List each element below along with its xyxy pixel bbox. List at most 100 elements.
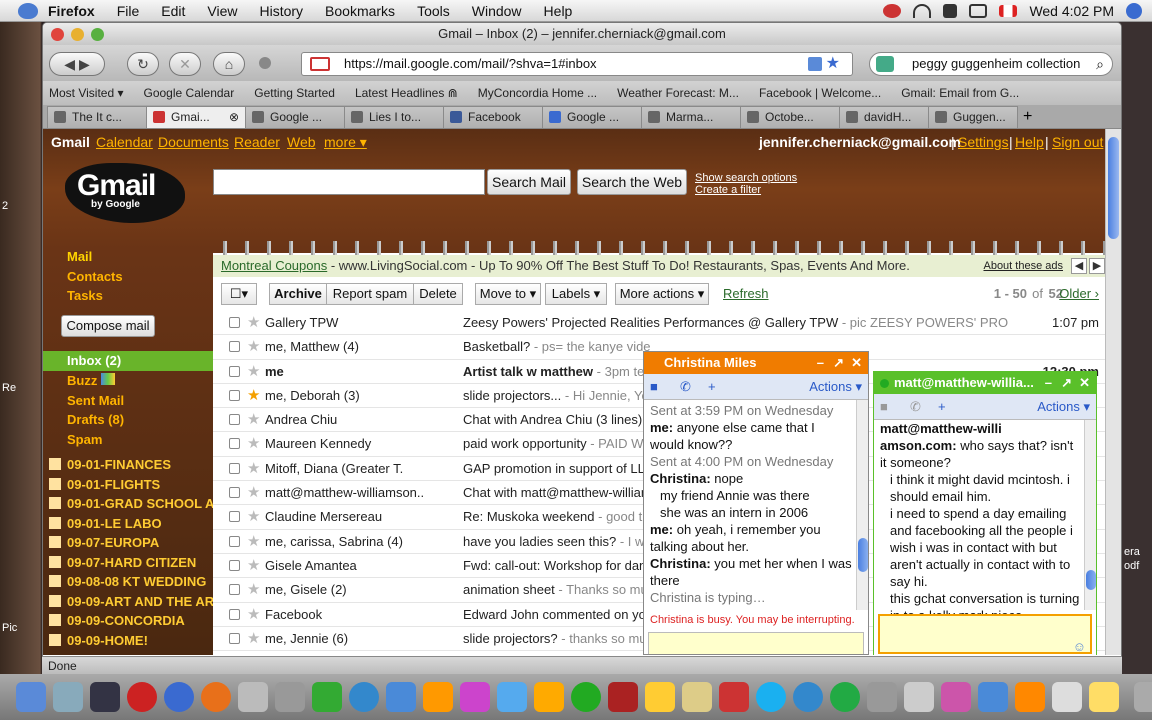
bookmark-weather[interactable]: Weather Forecast: M... — [617, 86, 739, 100]
star-icon[interactable]: ★ — [247, 384, 260, 407]
app-icon[interactable] — [312, 682, 342, 712]
star-icon[interactable]: ★ — [247, 578, 260, 601]
star-icon[interactable]: ★ — [247, 311, 260, 334]
volume-icon[interactable] — [943, 4, 958, 18]
show-search-options-link[interactable]: Show search options — [695, 172, 797, 184]
menu-window[interactable]: Window — [472, 3, 522, 19]
sidebar-tasks[interactable]: Tasks — [67, 288, 103, 303]
labels-button[interactable]: Labels ▾ — [545, 283, 607, 305]
menu-tools[interactable]: Tools — [417, 3, 450, 19]
chat-actions-menu[interactable]: Actions ▾ — [1037, 399, 1090, 415]
url-bar[interactable]: https://mail.google.com/mail/?shva=1#inb… — [301, 52, 853, 76]
battery-icon[interactable] — [969, 4, 988, 18]
reload-button[interactable]: ↻ — [127, 52, 159, 76]
select-dropdown[interactable]: ☐▾ — [221, 283, 257, 305]
itunes-icon[interactable] — [53, 682, 83, 712]
label-item[interactable]: 09-01-FINANCES — [49, 457, 171, 472]
page-scrollbar[interactable] — [1105, 129, 1121, 655]
bookmark-myconcordia[interactable]: MyConcordia Home ... — [478, 86, 597, 100]
app-icon[interactable] — [719, 682, 749, 712]
apple-icon[interactable] — [18, 2, 38, 19]
calendar-link[interactable]: Calendar — [96, 134, 153, 150]
stickies-icon[interactable] — [1089, 682, 1119, 712]
messenger-icon[interactable] — [978, 682, 1008, 712]
bookmark-star-icon[interactable]: ★ — [826, 53, 840, 75]
app-icon[interactable] — [608, 682, 638, 712]
scrollbar-thumb[interactable] — [1108, 137, 1119, 239]
star-icon[interactable]: ★ — [247, 432, 260, 455]
star-icon[interactable]: ★ — [247, 360, 260, 383]
web-link[interactable]: Web — [287, 134, 316, 150]
row-checkbox[interactable] — [229, 438, 240, 450]
voice-call-icon[interactable]: ✆ — [910, 399, 921, 415]
zoom-window-icon[interactable] — [91, 28, 104, 41]
search-mail-button[interactable]: Search Mail — [487, 169, 571, 195]
star-icon[interactable]: ★ — [247, 408, 260, 431]
firefox-icon[interactable] — [201, 682, 231, 712]
ad-next-icon[interactable]: ▶ — [1089, 258, 1105, 274]
preview-icon[interactable] — [275, 682, 305, 712]
back-forward-button[interactable]: ◀ ▶ — [49, 52, 105, 76]
new-tab-icon[interactable]: + — [1023, 106, 1032, 128]
search-bar[interactable]: peggy guggenheim collection ⌕ — [869, 52, 1113, 76]
compose-mail-button[interactable]: Compose mail — [61, 315, 155, 337]
quicktime-icon[interactable] — [349, 682, 379, 712]
row-checkbox[interactable] — [229, 462, 240, 474]
label-item[interactable]: 09-01-FLIGHTS — [49, 477, 160, 492]
search-web-button[interactable]: Search the Web — [577, 169, 687, 195]
menu-view[interactable]: View — [207, 3, 237, 19]
spotlight-icon[interactable] — [1126, 3, 1142, 19]
label-item[interactable]: 09-07-EUROPA — [49, 535, 159, 550]
google-engine-icon[interactable] — [876, 56, 894, 72]
video-call-icon[interactable]: ■ — [650, 379, 658, 394]
app-icon[interactable] — [682, 682, 712, 712]
emoticon-icon[interactable]: ☺ — [1073, 639, 1086, 654]
reader-link[interactable]: Reader — [234, 134, 280, 150]
close-chat-icon[interactable]: ✕ — [1079, 372, 1090, 394]
row-checkbox[interactable] — [229, 608, 240, 620]
label-item[interactable]: 09-09-ART AND THE ARC — [49, 594, 224, 609]
voice-call-icon[interactable]: ✆ — [680, 379, 691, 395]
star-icon[interactable]: ★ — [247, 335, 260, 358]
ad-prev-icon[interactable]: ◀ — [1071, 258, 1087, 274]
input-flag-icon[interactable] — [999, 5, 1018, 17]
tab-gmail[interactable]: Gmai... ⊗ — [146, 106, 246, 128]
chat-scrollbar[interactable] — [856, 400, 868, 610]
dvd-icon[interactable] — [90, 682, 120, 712]
help-link[interactable]: Help — [1015, 134, 1044, 150]
row-checkbox[interactable] — [229, 559, 240, 571]
tab-facebook[interactable]: Facebook — [443, 106, 543, 128]
vlc-icon[interactable] — [1015, 682, 1045, 712]
chat-actions-menu[interactable]: Actions ▾ — [809, 379, 862, 395]
label-item[interactable]: 09-01-GRAD SCHOOL AP — [49, 496, 223, 511]
star-icon[interactable]: ★ — [247, 457, 260, 480]
label-item[interactable]: 09-07-HARD CITIZEN — [49, 555, 196, 570]
pen-icon[interactable] — [386, 682, 416, 712]
butterfly-icon[interactable] — [460, 682, 490, 712]
status-app-icon[interactable] — [883, 4, 902, 18]
app-icon[interactable] — [164, 682, 194, 712]
more-link[interactable]: more ▾ — [324, 134, 367, 151]
label-item[interactable]: 09-08-08 KT WEDDING — [49, 574, 206, 589]
sidebar-buzz[interactable]: Buzz — [67, 373, 115, 388]
row-checkbox[interactable] — [229, 389, 240, 401]
row-checkbox[interactable] — [229, 511, 240, 523]
tab-6[interactable]: Google ... — [542, 106, 642, 128]
chat-input[interactable]: ☺ — [878, 614, 1092, 654]
row-checkbox[interactable] — [229, 341, 240, 353]
tab-9[interactable]: davidH... — [839, 106, 929, 128]
star-icon[interactable]: ★ — [247, 530, 260, 553]
tab-8[interactable]: Octobe... — [740, 106, 840, 128]
app-icon[interactable] — [830, 682, 860, 712]
report-spam-button[interactable]: Report spam — [326, 283, 414, 305]
app-icon[interactable] — [941, 682, 971, 712]
move-to-button[interactable]: Move to ▾ — [475, 283, 541, 305]
minimize-window-icon[interactable] — [71, 28, 84, 41]
stop-button[interactable]: ✕ — [169, 52, 201, 76]
tab-1[interactable]: The It c... — [47, 106, 147, 128]
flash-icon[interactable] — [127, 682, 157, 712]
delete-button[interactable]: Delete — [413, 283, 463, 305]
row-checkbox[interactable] — [229, 487, 240, 499]
finder-icon[interactable] — [16, 682, 46, 712]
sidebar-inbox[interactable]: Inbox (2) — [43, 351, 213, 371]
